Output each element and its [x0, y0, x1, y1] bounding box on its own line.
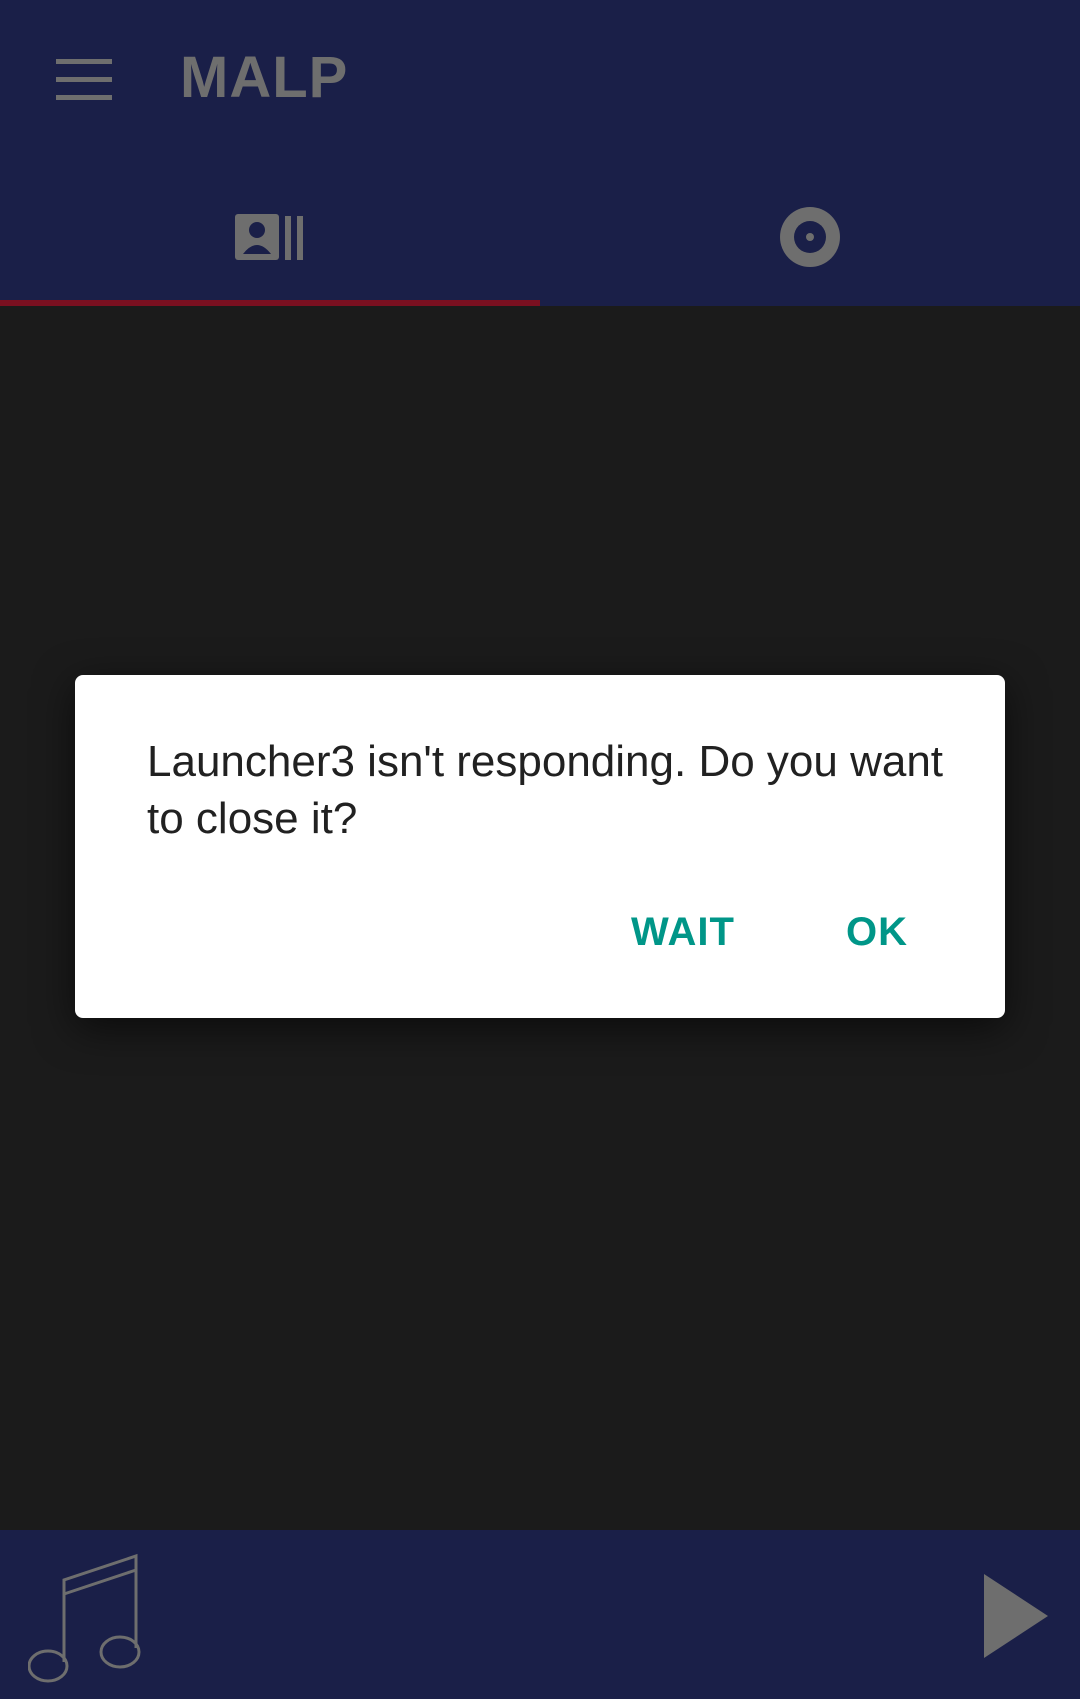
hamburger-menu-icon — [56, 59, 112, 100]
tab-albums[interactable] — [540, 170, 1080, 300]
anr-dialog: Launcher3 isn't responding. Do you want … — [75, 675, 1005, 1018]
play-icon[interactable] — [978, 1572, 1050, 1660]
music-note-icon — [28, 1553, 141, 1683]
dialog-message: Launcher3 isn't responding. Do you want … — [147, 737, 944, 843]
album-disc-icon — [780, 207, 840, 267]
wait-button[interactable]: WAIT — [631, 910, 735, 955]
artist-contact-icon — [235, 214, 303, 260]
tab-artists[interactable] — [0, 170, 540, 300]
app-title: MALP — [180, 45, 349, 110]
ok-button[interactable]: OK — [846, 910, 908, 955]
now-playing-bar[interactable] — [0, 1530, 1080, 1699]
app-bar: MALP — [0, 0, 1080, 306]
menu-button[interactable] — [40, 36, 128, 124]
